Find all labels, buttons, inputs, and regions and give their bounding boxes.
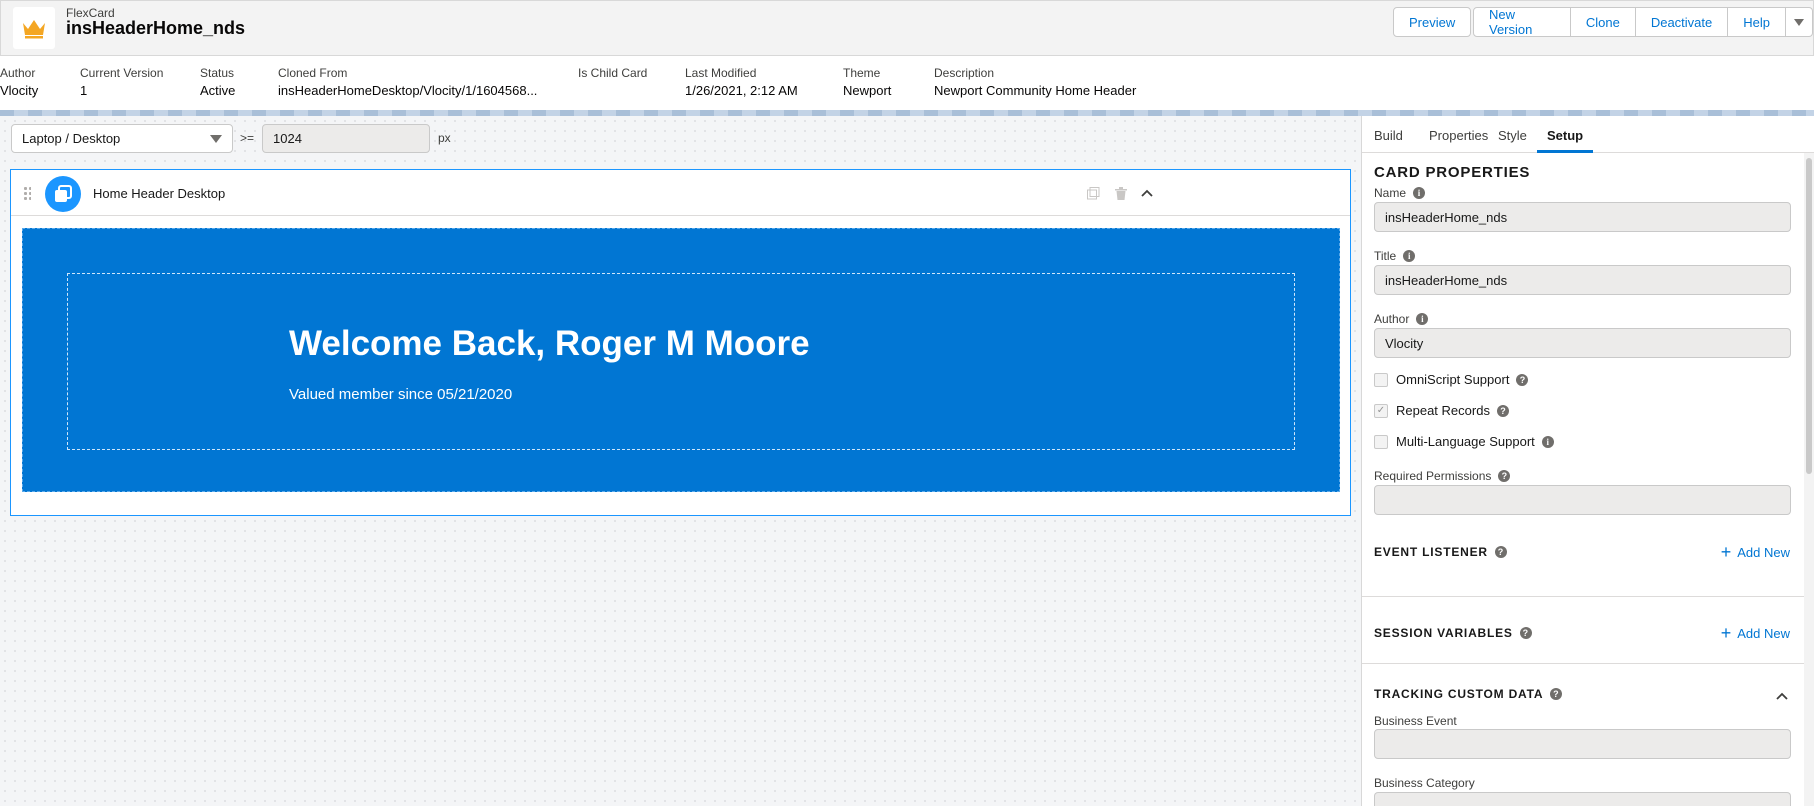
state-header: Home Header Desktop [11,170,1350,216]
viewport-select[interactable]: Laptop / Desktop [11,124,233,153]
clone-button[interactable]: Clone [1570,7,1636,37]
active-tab-indicator [1537,150,1593,153]
page-header: FlexCard insHeaderHome_nds Preview New V… [0,0,1814,56]
author-label: Author i [1374,312,1429,326]
tab-setup[interactable]: Setup [1547,128,1583,143]
section-divider [1362,596,1814,597]
info-icon[interactable]: i [1413,187,1426,199]
drag-handle-icon[interactable] [23,186,31,202]
state-name: Home Header Desktop [93,186,226,201]
meta-cloned-from: Cloned From insHeaderHomeDesktop/Vlocity… [278,66,538,98]
info-icon[interactable]: i [1416,313,1429,325]
business-category-field[interactable] [1374,792,1791,806]
preview-button-group: Preview [1393,7,1472,37]
tab-build[interactable]: Build [1374,128,1403,143]
tracking-custom-data-title: TRACKING CUSTOM DATA ? [1374,687,1563,701]
meta-is-child-card: Is Child Card [578,66,648,80]
width-operator: >= [240,131,255,145]
meta-last-modified: Last Modified 1/26/2021, 2:12 AM [685,66,798,98]
tab-style[interactable]: Style [1498,128,1527,143]
title-field[interactable]: insHeaderHome_nds [1374,265,1791,295]
add-session-variable-button[interactable]: + Add New [1721,623,1790,644]
viewport-select-value: Laptop / Desktop [22,131,121,146]
repeat-records-checkbox[interactable]: ✓ Repeat Records ? [1374,403,1509,418]
info-icon[interactable]: i [1541,435,1554,448]
name-field[interactable]: insHeaderHome_nds [1374,202,1791,232]
member-since-text: Valued member since 05/21/2020 [289,386,513,403]
record-details: Author Vlocity Current Version 1 Status … [0,56,1814,111]
add-event-listener-button[interactable]: + Add New [1721,542,1790,563]
business-event-label: Business Event [1374,714,1457,728]
panel-tabs: Build Properties Style Setup [1362,116,1814,153]
design-canvas[interactable]: Laptop / Desktop >= 1024 px Home Header … [0,116,1361,806]
scrollbar-thumb[interactable] [1806,158,1812,474]
action-button-group: New Version Clone Deactivate Help [1473,7,1813,37]
header-block[interactable]: Welcome Back, Roger M Moore Valued membe… [22,228,1340,492]
help-icon[interactable]: ? [1496,404,1509,417]
tab-properties[interactable]: Properties [1429,128,1488,143]
checkmark-icon[interactable]: ✓ [1374,403,1388,418]
flexcard-state[interactable]: Home Header Desktop Welcome Back, Roger … [10,169,1351,516]
delete-icon[interactable] [1112,184,1130,202]
meta-current-version: Current Version 1 [80,66,164,98]
checkbox[interactable] [1374,372,1388,387]
omniscript-support-checkbox[interactable]: OmniScript Support ? [1374,372,1529,387]
properties-panel: Build Properties Style Setup CARD PROPER… [1361,116,1814,806]
viewport-width-input[interactable]: 1024 [262,124,430,153]
new-version-button[interactable]: New Version [1473,7,1571,37]
name-label: Name i [1374,186,1426,200]
add-icon: + [1720,542,1732,562]
preview-button[interactable]: Preview [1393,7,1472,37]
chevron-down-icon [210,135,222,143]
page-title: insHeaderHome_nds [66,18,246,38]
chevron-down-icon [1794,18,1804,26]
chevron-up-icon[interactable] [1776,688,1788,703]
state-icon [45,176,81,212]
business-category-label: Business Category [1374,776,1475,790]
checkbox[interactable] [1374,434,1388,449]
more-actions-button[interactable] [1786,7,1813,37]
card-properties-title: CARD PROPERTIES [1374,164,1531,181]
author-field[interactable]: Vlocity [1374,328,1791,358]
help-icon[interactable]: ? [1550,688,1563,700]
chevron-up-icon[interactable] [1138,184,1156,202]
meta-status: Status Active [200,66,236,98]
multi-language-checkbox[interactable]: Multi-Language Support i [1374,434,1554,449]
help-icon[interactable]: ? [1494,546,1507,558]
help-icon[interactable]: ? [1519,627,1532,639]
required-permissions-label: Required Permissions ? [1374,469,1511,483]
copy-icon[interactable] [1084,184,1102,202]
business-event-field[interactable] [1374,729,1791,759]
meta-description: Description Newport Community Home Heade… [934,66,1137,98]
event-listener-title: EVENT LISTENER ? [1374,545,1507,559]
info-icon[interactable]: i [1403,250,1416,262]
width-unit-label: px [438,131,451,145]
help-icon[interactable]: ? [1516,373,1529,386]
crown-icon [13,7,55,49]
add-icon: + [1720,623,1732,643]
meta-author: Author Vlocity [0,66,39,98]
section-divider [1362,663,1814,664]
help-icon[interactable]: ? [1498,470,1511,482]
required-permissions-field[interactable] [1374,485,1791,515]
session-variables-title: SESSION VARIABLES ? [1374,626,1532,640]
welcome-heading: Welcome Back, Roger M Moore [289,324,810,363]
title-label: Title i [1374,249,1416,263]
meta-theme: Theme Newport [843,66,892,98]
deactivate-button[interactable]: Deactivate [1635,7,1729,37]
help-button[interactable]: Help [1728,7,1786,37]
